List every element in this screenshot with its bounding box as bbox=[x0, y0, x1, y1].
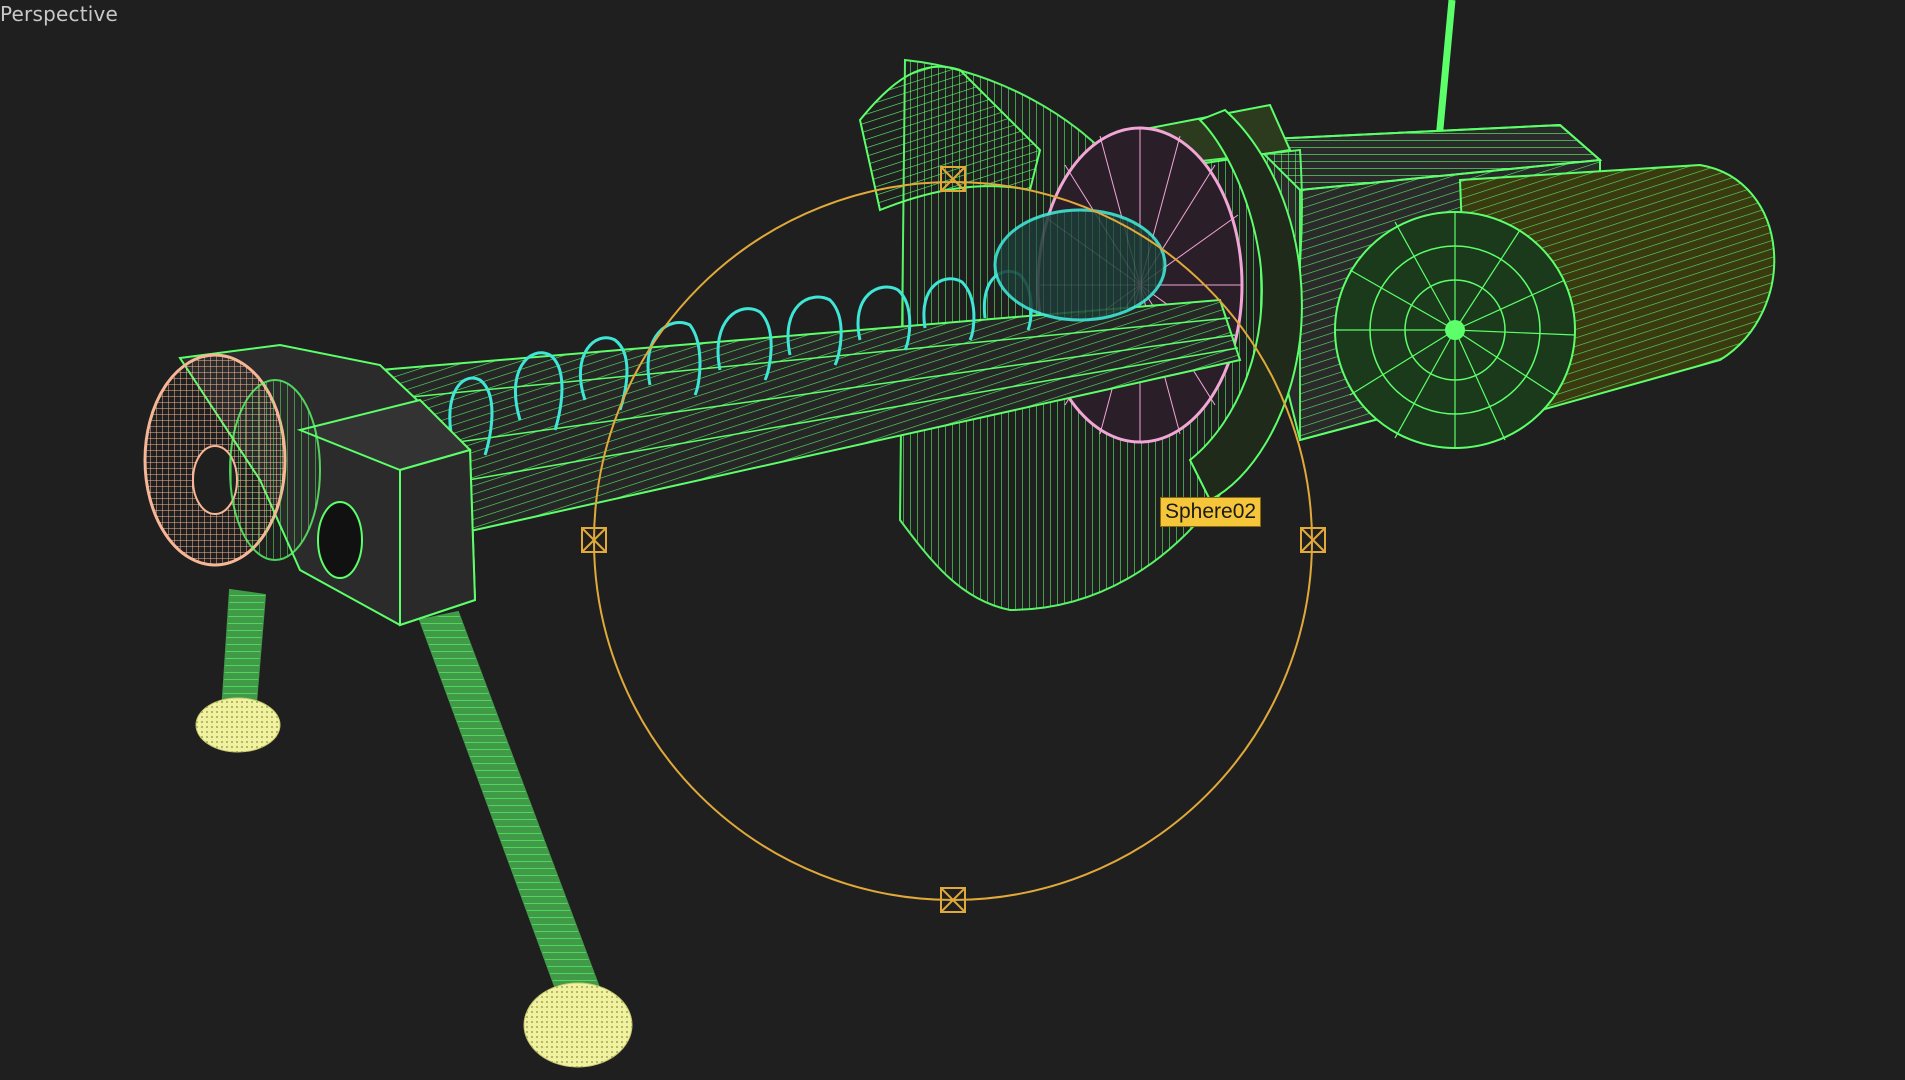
object-name-tooltip: Sphere02 bbox=[1160, 497, 1262, 527]
viewport-label[interactable]: Perspective bbox=[0, 2, 118, 26]
perspective-viewport[interactable]: Perspective Sphere02 bbox=[0, 0, 1905, 1080]
antenna-rod bbox=[1434, 0, 1456, 151]
bipod-legs-mesh bbox=[195, 588, 633, 1068]
wireframe-scene[interactable] bbox=[0, 0, 1905, 1080]
gizmo-handle-right[interactable] bbox=[1300, 527, 1326, 553]
